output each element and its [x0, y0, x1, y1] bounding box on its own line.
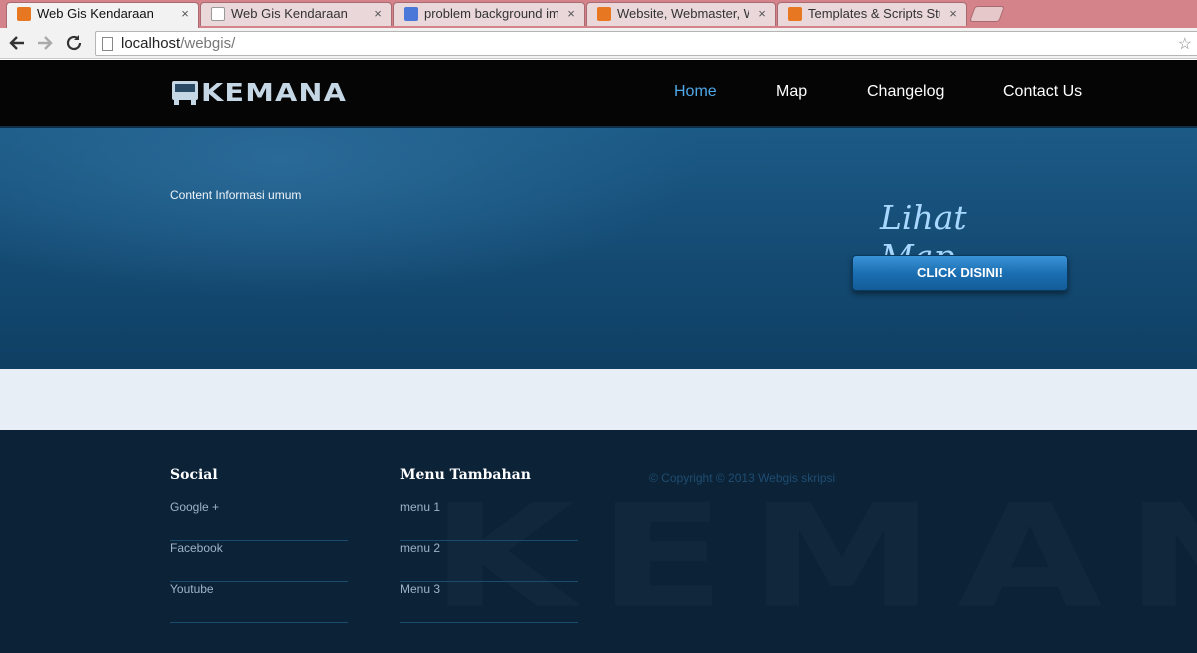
bookmark-star-icon[interactable]: ☆ [1178, 34, 1192, 54]
forward-arrow-icon [38, 36, 53, 50]
content-band [0, 369, 1197, 430]
copyright-text: © Copyright © 2013 Webgis skripsi [649, 471, 836, 485]
click-here-button[interactable]: CLICK DISINI! [852, 255, 1068, 291]
browser-toolbar: localhost/webgis/ ☆ [0, 28, 1197, 59]
footer-link-menu-3[interactable]: Menu 3 [400, 582, 578, 623]
xampp-icon [788, 7, 802, 21]
close-icon[interactable]: × [946, 3, 960, 25]
forward-button[interactable] [34, 32, 56, 54]
close-icon[interactable]: × [371, 3, 385, 25]
nav-map[interactable]: Map [776, 83, 807, 101]
browser-tab-3[interactable]: problem background ima × [393, 2, 585, 26]
google-icon [404, 7, 418, 21]
footer-link-menu-1[interactable]: menu 1 [400, 500, 578, 541]
page-icon [211, 7, 225, 21]
close-icon[interactable]: × [564, 3, 578, 25]
address-bar[interactable]: localhost/webgis/ ☆ [95, 31, 1197, 56]
footer-link-facebook[interactable]: Facebook [170, 541, 348, 582]
site-header: KEMANA Home Map Changelog Contact Us [0, 60, 1197, 128]
browser-tab-2[interactable]: Web Gis Kendaraan × [200, 2, 392, 26]
reload-button[interactable] [63, 32, 85, 54]
footer-link-menu-2[interactable]: menu 2 [400, 541, 578, 582]
tab-title: Web Gis Kendaraan [37, 6, 154, 21]
page-icon [102, 37, 113, 51]
tab-title: Web Gis Kendaraan [231, 6, 348, 21]
url-text: localhost/webgis/ [121, 35, 235, 52]
bus-icon [172, 81, 198, 105]
tab-title: Templates & Scripts Stuff [808, 6, 940, 21]
site-logo[interactable]: KEMANA [171, 76, 346, 108]
browser-tab-4[interactable]: Website, Webmaster, Web × [586, 2, 776, 26]
browser-tab-1[interactable]: Web Gis Kendaraan × [6, 2, 199, 28]
site-footer: KEMANA Social Google + Facebook Youtube … [0, 430, 1197, 653]
tab-title: Website, Webmaster, Web [617, 6, 749, 21]
footer-link-youtube[interactable]: Youtube [170, 582, 348, 623]
footer-link-google-plus[interactable]: Google + [170, 500, 348, 541]
close-icon[interactable]: × [755, 3, 769, 25]
info-text: Content Informasi umum [170, 188, 302, 202]
url-path: /webgis/ [180, 35, 236, 52]
close-icon[interactable]: × [178, 3, 192, 25]
hero-banner: Content Informasi umum Lihat Map CLICK D… [0, 128, 1197, 369]
social-heading: Social [170, 467, 218, 483]
reload-icon [66, 35, 82, 51]
tab-title: problem background ima [424, 6, 558, 21]
nav-contact-us[interactable]: Contact Us [1003, 83, 1082, 101]
new-tab-button[interactable] [969, 6, 1005, 22]
xampp-icon [597, 7, 611, 21]
nav-home[interactable]: Home [674, 83, 717, 101]
browser-tab-strip: Web Gis Kendaraan × Web Gis Kendaraan × … [0, 0, 1197, 28]
url-host: localhost [121, 35, 181, 52]
nav-changelog[interactable]: Changelog [867, 83, 944, 101]
back-button[interactable] [6, 32, 28, 54]
browser-tab-5[interactable]: Templates & Scripts Stuff × [777, 2, 967, 26]
xampp-icon [17, 7, 31, 21]
back-arrow-icon [9, 36, 24, 50]
logo-wordmark: KEMANA [201, 77, 347, 107]
menu-tambahan-heading: Menu Tambahan [400, 467, 531, 483]
